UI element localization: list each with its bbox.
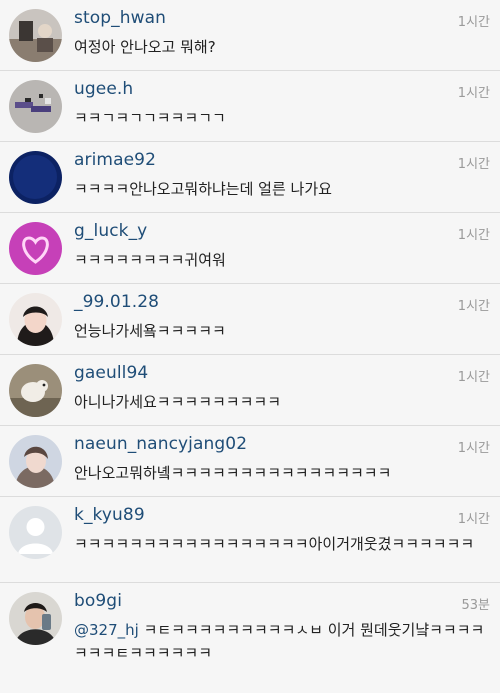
comment-list: stop_hwan 1시간 여정아 안나오고 뭐해? ugee.h 1시간 ㅋㅋ… bbox=[0, 0, 500, 693]
avatar[interactable] bbox=[9, 80, 62, 133]
avatar[interactable] bbox=[9, 506, 62, 559]
comment-item: ugee.h 1시간 ㅋㅋㄱㅋㄱㄱㅋㅋㅋㄱㄱ bbox=[0, 71, 500, 142]
username-link[interactable]: gaeull94 bbox=[74, 363, 148, 383]
default-avatar-icon bbox=[9, 506, 62, 559]
mention-link[interactable]: @327_hj bbox=[74, 621, 139, 639]
comment-text: 안나오고뭐하녴ㅋㅋㅋㅋㅋㅋㅋㅋㅋㅋㅋㅋㅋㅋㅋㅋ bbox=[74, 464, 392, 482]
profile-photo-blue bbox=[9, 151, 62, 204]
comment-item: g_luck_y 1시간 ㅋㅋㅋㅋㅋㅋㅋㅋ귀여워 bbox=[0, 213, 500, 284]
comment-item: k_kyu89 1시간 ㅋㅋㅋㅋㅋㅋㅋㅋㅋㅋㅋㅋㅋㅋㅋㅋㅋ아이거개웃겼ㅋㅋㅋㅋㅋ… bbox=[0, 497, 500, 583]
avatar[interactable] bbox=[9, 592, 62, 645]
avatar[interactable] bbox=[9, 222, 62, 275]
profile-photo-pixel-art bbox=[9, 80, 62, 133]
comment-text: 여정아 안나오고 뭐해? bbox=[74, 38, 216, 56]
username-link[interactable]: arimae92 bbox=[74, 150, 156, 170]
comment-item: stop_hwan 1시간 여정아 안나오고 뭐해? bbox=[0, 0, 500, 71]
comment-text: @327_hj ㅋㅌㅋㅋㅋㅋㅋㅋㅋㅋㅋㅅㅂ 이거 뭔데웃기냨ㅋㅋㅋㅋㅋㅋㅋㅌㅋㅋ… bbox=[74, 619, 486, 665]
profile-photo-room bbox=[9, 9, 62, 62]
timestamp: 1시간 bbox=[457, 512, 490, 527]
timestamp: 1시간 bbox=[457, 86, 490, 101]
profile-photo-dog bbox=[9, 364, 62, 417]
comment-item: _99.01.28 1시간 언능나가세욬ㅋㅋㅋㅋㅋ bbox=[0, 284, 500, 355]
comment-item: naeun_nancyjang02 1시간 안나오고뭐하녴ㅋㅋㅋㅋㅋㅋㅋㅋㅋㅋㅋ… bbox=[0, 426, 500, 497]
username-link[interactable]: k_kyu89 bbox=[74, 505, 145, 525]
profile-photo-girl-2 bbox=[9, 435, 62, 488]
timestamp: 1시간 bbox=[457, 15, 490, 30]
avatar[interactable] bbox=[9, 364, 62, 417]
avatar[interactable] bbox=[9, 293, 62, 346]
avatar[interactable] bbox=[9, 9, 62, 62]
timestamp: 1시간 bbox=[457, 299, 490, 314]
comment-text: ㅋㅋㅋㅋㅋㅋㅋㅋ귀여워 bbox=[74, 251, 226, 269]
timestamp: 53분 bbox=[461, 598, 490, 613]
timestamp: 1시간 bbox=[457, 228, 490, 243]
profile-photo-boy bbox=[9, 592, 62, 645]
comment-item: gaeull94 1시간 아니나가세요ㅋㅋㅋㅋㅋㅋㅋㅋㅋ bbox=[0, 355, 500, 426]
username-link[interactable]: ugee.h bbox=[74, 79, 133, 99]
comment-item: arimae92 1시간 ㅋㅋㅋㅋ안나오고뭐하냐는데 얼른 나가요 bbox=[0, 142, 500, 213]
username-link[interactable]: g_luck_y bbox=[74, 221, 147, 241]
timestamp: 1시간 bbox=[457, 157, 490, 172]
comment-text: ㅋㅋㅋㅋㅋㅋㅋㅋㅋㅋㅋㅋㅋㅋㅋㅋㅋ아이거개웃겼ㅋㅋㅋㅋㅋㅋ bbox=[74, 535, 475, 553]
avatar[interactable] bbox=[9, 151, 62, 204]
username-link[interactable]: naeun_nancyjang02 bbox=[74, 434, 247, 454]
timestamp: 1시간 bbox=[457, 370, 490, 385]
comment-text: 언능나가세욬ㅋㅋㅋㅋㅋ bbox=[74, 322, 226, 340]
comment-text: ㅋㅋㄱㅋㄱㄱㅋㅋㅋㄱㄱ bbox=[74, 109, 226, 127]
profile-photo-neon-heart bbox=[9, 222, 62, 275]
comment-item: bo9gi 53분 @327_hj ㅋㅌㅋㅋㅋㅋㅋㅋㅋㅋㅋㅅㅂ 이거 뭔데웃기냨… bbox=[0, 583, 500, 693]
comment-text: ㅋㅋㅋㅋ안나오고뭐하냐는데 얼른 나가요 bbox=[74, 180, 332, 198]
profile-photo-girl bbox=[9, 293, 62, 346]
timestamp: 1시간 bbox=[457, 441, 490, 456]
username-link[interactable]: bo9gi bbox=[74, 591, 122, 611]
avatar[interactable] bbox=[9, 435, 62, 488]
username-link[interactable]: stop_hwan bbox=[74, 8, 166, 28]
comment-text: 아니나가세요ㅋㅋㅋㅋㅋㅋㅋㅋㅋ bbox=[74, 393, 282, 411]
username-link[interactable]: _99.01.28 bbox=[74, 292, 159, 312]
